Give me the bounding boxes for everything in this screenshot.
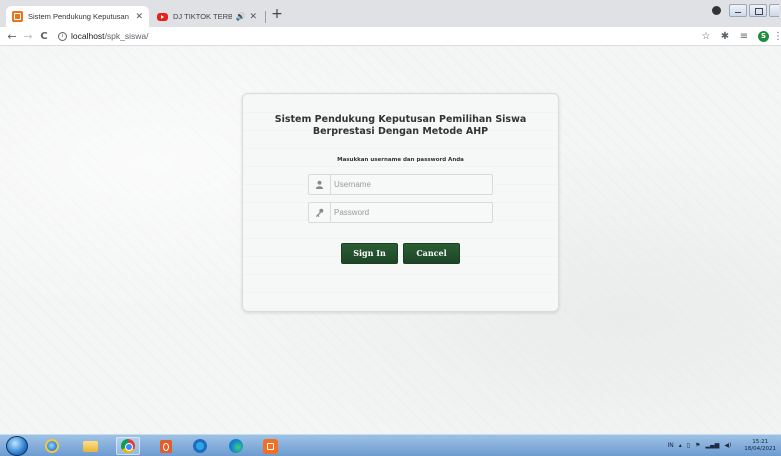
page-title: Sistem Pendukung Keputusan Pemilihan Sis… (274, 114, 527, 137)
star-icon[interactable]: ☆ (698, 31, 714, 42)
windows-taskbar: IN ▴ ▯ ⚑ ▂▄▆ ◀) 15:21 18/04/2021 (0, 434, 781, 456)
start-button[interactable] (6, 436, 28, 456)
network-icon[interactable]: ▂▄▆ (705, 442, 719, 449)
cancel-button[interactable]: Cancel (403, 243, 460, 264)
tab-youtube[interactable]: DJ TIKTOK TERBARU 2021 - 🔊 ✕ (151, 6, 263, 27)
avatar[interactable]: S (758, 31, 769, 42)
close-icon[interactable]: ✕ (249, 12, 257, 22)
taskbar-cortana[interactable] (188, 437, 212, 455)
media-control-icon[interactable]: ≡ (736, 31, 752, 42)
user-icon (309, 175, 331, 194)
close-icon[interactable]: ✕ (135, 12, 143, 22)
chrome-icon (121, 439, 135, 453)
password-input[interactable] (334, 203, 489, 222)
back-arrow-icon[interactable]: ← (5, 29, 19, 44)
system-tray: IN ▴ ▯ ⚑ ▂▄▆ ◀) 15:21 18/04/2021 (663, 435, 777, 456)
taskbar-xampp[interactable] (258, 437, 282, 455)
folder-icon (82, 440, 98, 452)
chevron-up-icon[interactable]: ▴ (679, 442, 682, 449)
taskbar-internet-explorer[interactable] (40, 437, 64, 455)
flag-icon[interactable]: ⚑ (695, 442, 700, 449)
login-card: Sistem Pendukung Keputusan Pemilihan Sis… (242, 93, 559, 312)
new-tab-button[interactable]: + (270, 5, 284, 23)
username-field (308, 174, 493, 195)
minimize-button[interactable] (729, 3, 747, 17)
url-host: localhost (71, 31, 105, 41)
close-window-button[interactable] (769, 3, 779, 17)
clock[interactable]: 15:21 18/04/2021 (739, 439, 776, 453)
youtube-icon (157, 12, 168, 21)
browser-toolbar: ← → C i localhost/spk_siswa/ ☆ ✱ ≡ S ⋮ (0, 27, 781, 46)
address-bar[interactable]: localhost/spk_siswa/ (71, 30, 149, 43)
xampp-app-icon (12, 11, 23, 22)
tab-separator (265, 11, 266, 23)
username-input[interactable] (334, 175, 489, 194)
taskbar-chrome[interactable] (116, 437, 140, 455)
info-icon[interactable]: i (58, 32, 67, 41)
url-path: /spk_siswa/ (104, 31, 149, 41)
tab-title: DJ TIKTOK TERBARU 2021 - (173, 12, 233, 21)
taskbar-office[interactable] (154, 437, 178, 455)
toolbar-actions: ☆ ✱ ≡ S ⋮ (695, 27, 781, 46)
speaker-icon[interactable]: 🔊 (235, 12, 245, 21)
tab-spk-siswa[interactable]: Sistem Pendukung Keputusan Pe ✕ (6, 6, 149, 27)
page-background: Sistem Pendukung Keputusan Pemilihan Sis… (0, 46, 781, 434)
taskbar-file-explorer[interactable] (78, 437, 102, 455)
sign-in-button[interactable]: Sign In (341, 243, 398, 264)
menu-icon[interactable]: ⋮ (773, 31, 781, 42)
login-instruction: Masukkan username dan password Anda (337, 157, 464, 163)
cortana-icon (193, 439, 207, 453)
window-controls (712, 0, 781, 20)
battery-icon[interactable]: ▯ (687, 442, 690, 449)
taskbar-edge[interactable] (224, 437, 248, 455)
volume-icon[interactable]: ◀) (724, 442, 731, 449)
office-icon (160, 439, 172, 453)
reload-icon[interactable]: C (37, 29, 51, 44)
xampp-icon (262, 438, 278, 454)
extensions-icon[interactable]: ✱ (717, 31, 733, 42)
language-indicator[interactable]: IN (668, 442, 674, 449)
password-field (308, 202, 493, 223)
key-icon (309, 203, 331, 222)
edge-icon (229, 439, 243, 453)
clock-date: 18/04/2021 (744, 445, 776, 452)
tab-title: Sistem Pendukung Keputusan Pe (28, 12, 132, 21)
record-icon[interactable] (712, 5, 721, 15)
clock-time: 15:21 (752, 438, 769, 445)
browser-tab-strip: Sistem Pendukung Keputusan Pe ✕ DJ TIKTO… (0, 0, 781, 27)
maximize-button[interactable] (749, 3, 767, 17)
forward-arrow-icon[interactable]: → (21, 29, 35, 44)
internet-explorer-icon (45, 439, 59, 453)
